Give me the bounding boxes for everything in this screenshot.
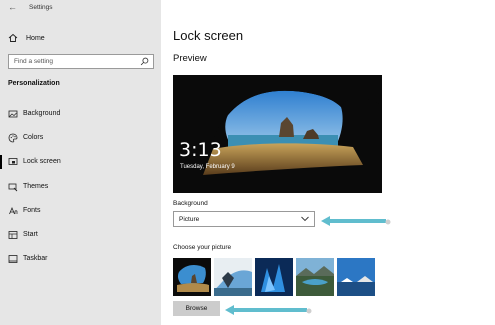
background-label: Background <box>173 200 208 207</box>
sidebar: ← Settings Home Find a setting Personali… <box>0 0 161 325</box>
sidebar-item-lock-screen[interactable]: Lock screen <box>0 155 161 169</box>
thumbnail-image <box>214 258 252 296</box>
search-icon <box>140 57 149 66</box>
preview-date: Tuesday, February 9 <box>180 164 235 170</box>
thumbnail-image <box>255 258 293 296</box>
title-bar: ← Settings <box>0 0 161 18</box>
sidebar-item-fonts[interactable]: Fonts <box>0 204 161 218</box>
background-dropdown[interactable]: Picture <box>173 211 315 227</box>
sidebar-item-background[interactable]: Background <box>0 107 161 121</box>
choose-picture-label: Choose your picture <box>173 244 232 251</box>
picture-thumbnail-1[interactable] <box>173 258 211 296</box>
section-title: Personalization <box>8 80 60 87</box>
sidebar-item-taskbar[interactable]: Taskbar <box>0 252 161 266</box>
sidebar-item-label: Start <box>23 231 38 238</box>
preview-heading: Preview <box>173 53 207 64</box>
thumbnail-image <box>296 258 334 296</box>
annotation-arrow-dropdown <box>321 216 391 226</box>
sidebar-item-label: Taskbar <box>23 255 48 262</box>
main-content: Lock screen Preview 3:13 Tuesday, Februa… <box>161 0 495 325</box>
annotation-arrow-browse <box>225 305 312 315</box>
preview-time: 3:13 <box>179 139 222 161</box>
page-title: Lock screen <box>173 28 244 43</box>
home-icon <box>8 33 18 42</box>
browse-button-label: Browse <box>185 305 208 312</box>
taskbar-icon <box>8 255 18 263</box>
sidebar-item-label: Background <box>23 110 61 117</box>
sidebar-item-label: Themes <box>23 183 49 190</box>
background-dropdown-value: Picture <box>179 216 200 223</box>
app-title: Settings <box>29 4 53 11</box>
back-arrow-icon[interactable]: ← <box>8 2 17 12</box>
picture-thumbnail-5[interactable] <box>337 258 375 296</box>
sidebar-item-themes[interactable]: Themes <box>0 180 161 194</box>
lock-screen-icon <box>8 158 18 165</box>
browse-button[interactable]: Browse <box>173 301 220 316</box>
sidebar-item-label: Fonts <box>23 207 41 214</box>
home-link[interactable]: Home <box>8 31 158 45</box>
start-icon <box>8 231 18 239</box>
font-icon <box>9 206 18 215</box>
sidebar-item-start[interactable]: Start <box>0 228 161 242</box>
chevron-down-icon <box>301 216 309 222</box>
picture-thumbnail-4[interactable] <box>296 258 334 296</box>
preview-image <box>173 75 382 193</box>
picture-icon <box>8 110 18 118</box>
picture-thumbnail-2[interactable] <box>214 258 252 296</box>
brush-icon <box>8 183 18 192</box>
sidebar-item-label: Colors <box>23 134 44 141</box>
thumbnail-image <box>337 258 375 296</box>
picture-thumbnail-3[interactable] <box>255 258 293 296</box>
home-label: Home <box>26 34 45 42</box>
search-input[interactable]: Find a setting <box>8 54 154 69</box>
palette-icon <box>8 133 18 143</box>
sidebar-item-label: Lock screen <box>23 158 61 165</box>
sidebar-item-colors[interactable]: Colors <box>0 131 161 145</box>
search-placeholder: Find a setting <box>14 58 54 65</box>
lock-screen-preview: 3:13 Tuesday, February 9 <box>173 75 382 193</box>
thumbnail-image <box>173 258 211 296</box>
